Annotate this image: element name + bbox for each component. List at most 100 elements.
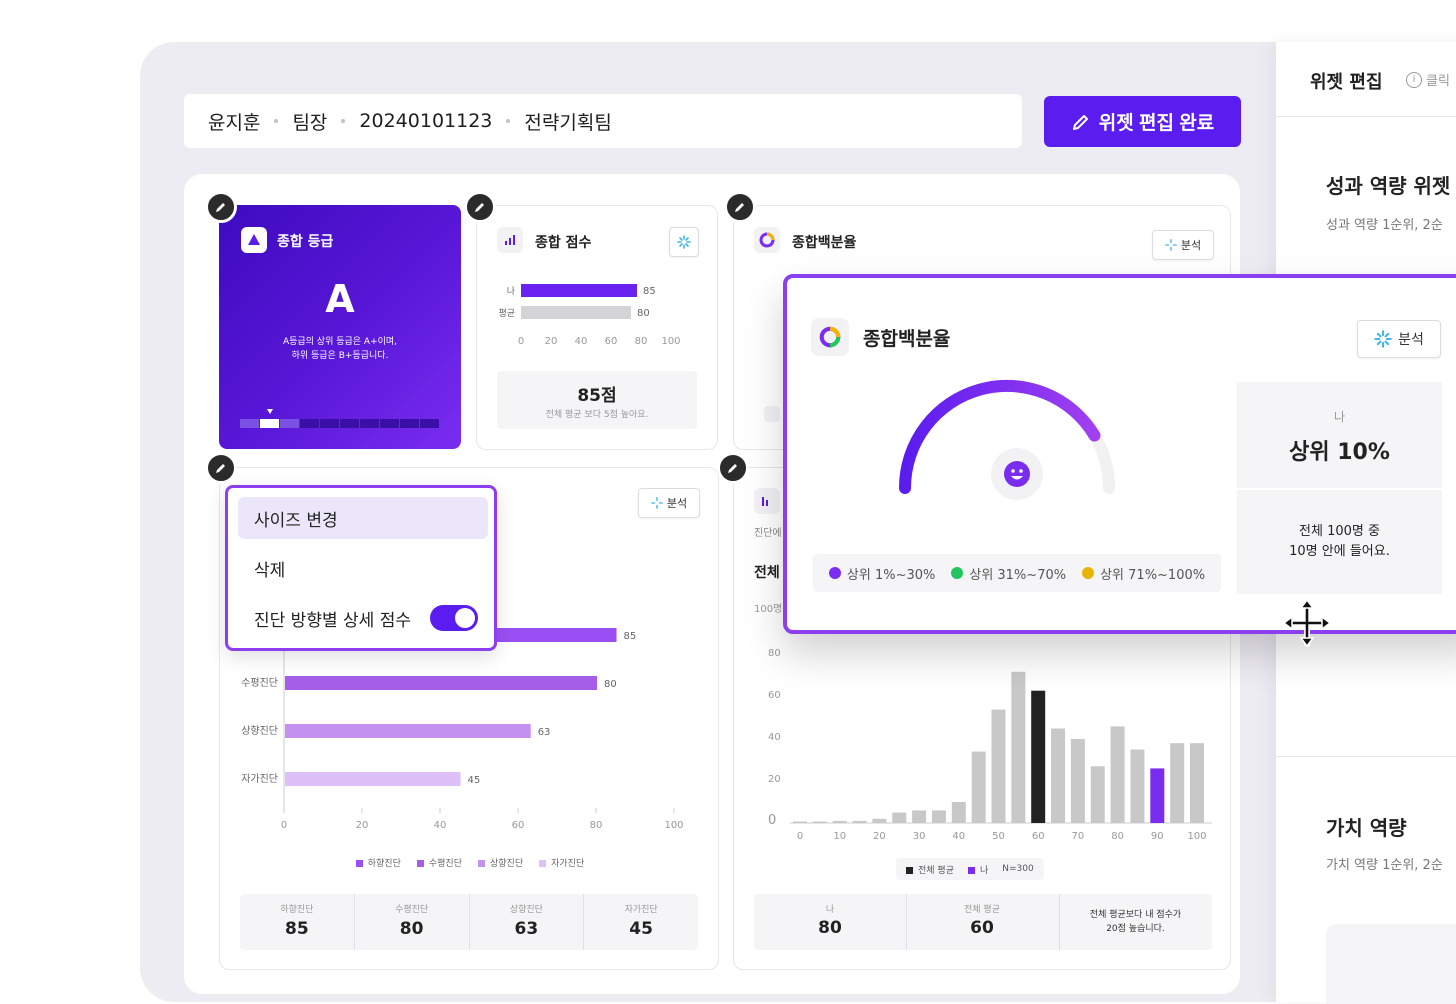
menu-item-delete[interactable]: 삭제 <box>238 547 488 589</box>
edit-widget-button[interactable] <box>205 191 237 223</box>
dist-x-tick: 70 <box>1072 831 1085 842</box>
dist-bar <box>1051 728 1066 823</box>
dist-bar <box>852 820 867 823</box>
popup-desc-line2: 10명 안에 들어요. <box>1289 544 1390 559</box>
finish-widget-edit-button[interactable]: 위젯 편집 완료 <box>1044 96 1241 147</box>
direction-analysis-label: 분석 <box>666 497 688 510</box>
employee-info-bar: 윤지훈 팀장 20240101123 전략기획팀 <box>184 94 1022 148</box>
pencil-icon <box>216 203 225 212</box>
direction-legend: 하향진단 수평진단 상향진단 자가진단 <box>220 856 720 869</box>
distribution-stats: 나 80 전체 평균 60 전체 평균보다 내 점수가 20점 높습니다. <box>754 894 1212 950</box>
dist-y-top: 100명 <box>754 603 782 615</box>
dist-note: 전체 평균보다 내 점수가 20점 높습니다. <box>1059 908 1212 936</box>
score-tick-label: 80 <box>635 336 648 347</box>
menu-item-resize[interactable]: 사이즈 변경 <box>238 497 488 539</box>
grade-scale-segment <box>300 419 319 428</box>
grade-value: A <box>325 277 355 321</box>
dist-x-tick: 90 <box>1151 831 1164 842</box>
direction-stat: 자가진단 45 <box>584 894 698 950</box>
sparkle-icon <box>1165 239 1177 251</box>
dist-x-tick: 20 <box>873 831 886 842</box>
edit-widget-button[interactable] <box>464 191 496 223</box>
separator-dot <box>274 119 279 123</box>
score-tick-label: 0 <box>518 336 524 347</box>
employee-name: 윤지훈 <box>208 111 261 134</box>
dist-bar <box>1150 768 1165 823</box>
grade-description: A등급의 상위 등급은 A+이며, 하위 등급은 B+등급니다. <box>219 335 461 363</box>
score-bar <box>521 306 631 319</box>
direction-stat-value: 80 <box>399 919 424 939</box>
bar-chart-icon <box>505 235 515 245</box>
percent-card-title: 종합백분율 <box>792 235 857 251</box>
detail-score-toggle[interactable] <box>430 605 478 631</box>
sparkle-icon <box>1374 330 1392 348</box>
dist-x-tick: 10 <box>833 831 846 842</box>
distribution-partial-label: 진단에 <box>754 528 782 539</box>
direction-stat-value: 45 <box>629 919 653 939</box>
grade-scale-segment <box>280 419 299 428</box>
edit-widget-button[interactable] <box>717 452 749 484</box>
direction-bar-label: 자가진단 <box>241 773 278 785</box>
popup-analysis-label: 분석 <box>1398 332 1424 348</box>
direction-tick-label: 100 <box>664 820 683 831</box>
grade-card[interactable]: 종합 등급 A A등급의 상위 등급은 A+이며, 하위 등급은 B+등급니다. <box>219 205 461 449</box>
grade-scale-segment <box>400 419 419 428</box>
score-card-icon-box <box>497 227 523 253</box>
popup-desc-line1: 전체 100명 중 <box>1299 524 1380 539</box>
pencil-icon <box>728 464 737 473</box>
dist-bar <box>1031 690 1046 823</box>
percent-widget-dragging[interactable]: 종합백분율 분석 상위 1%~30% 상위 31%~70% 상위 71%~100% … <box>783 274 1456 634</box>
percent-ring-icon <box>759 232 775 248</box>
score-tick-label: 100 <box>661 336 680 347</box>
edit-widget-button[interactable] <box>724 191 756 223</box>
legend-swatch <box>478 860 485 867</box>
edit-widget-button[interactable] <box>205 452 237 484</box>
score-card[interactable]: 종합 점수 나 85 평균 80 0 20 40 60 80 100 85점 전체 평균 보다 5… <box>476 205 718 450</box>
distribution-chart: 100명 80 60 40 20 0 0 10 20 30 40 50 60 70 80 90 100 <box>754 603 1212 842</box>
legend-average-label: 전체 평균 <box>918 865 954 876</box>
dist-bar <box>1110 726 1125 823</box>
smile-icon <box>951 567 964 579</box>
dist-x-tick: 30 <box>913 831 926 842</box>
grade-card-title: 종합 등급 <box>277 234 334 250</box>
percent-analysis-label: 분석 <box>1180 239 1202 252</box>
side-section2-title: 가치 역량 <box>1326 816 1407 840</box>
direction-bar-label: 수평진단 <box>241 677 278 689</box>
detail-score-label: 진단 방향별 상세 점수 <box>254 610 411 631</box>
distribution-title: 전체 <box>754 565 780 581</box>
pencil-icon <box>475 203 484 212</box>
dist-note-line2: 20점 높습니다. <box>1106 924 1165 934</box>
grade-card-icon-box <box>241 227 267 253</box>
grade-scale-segment <box>360 419 379 428</box>
direction-bar <box>285 676 597 690</box>
divider <box>1276 116 1456 117</box>
direction-analysis-button[interactable]: 분석 <box>638 488 700 518</box>
score-tick-label: 60 <box>605 336 618 347</box>
direction-bar <box>285 724 531 738</box>
direction-bar <box>285 772 461 786</box>
dist-x-tick: 50 <box>992 831 1005 842</box>
percent-analysis-button[interactable]: 분석 <box>1152 230 1214 260</box>
side-panel-hint: i 클릭 <box>1406 70 1450 89</box>
dist-bar <box>951 802 966 823</box>
score-analysis-button[interactable] <box>669 227 699 257</box>
dist-me-value: 80 <box>818 918 842 938</box>
triangle-icon <box>248 234 260 245</box>
popup-analysis-button[interactable]: 분석 <box>1357 320 1441 358</box>
score-description: 전체 평균 보다 5점 높아요. <box>545 410 649 420</box>
score-tick-label: 40 <box>575 336 588 347</box>
dist-bar <box>931 810 946 823</box>
side-widget-preview[interactable] <box>1326 924 1456 1004</box>
dist-bar <box>1190 743 1204 823</box>
separator-dot <box>341 119 346 123</box>
popup-legend: 상위 1%~30% 상위 31%~70% 상위 71%~100% <box>813 554 1221 592</box>
dist-bar <box>1011 671 1026 823</box>
smile-icon <box>828 567 841 579</box>
direction-legend-item: 하향진단 <box>355 856 401 869</box>
legend-swatch <box>355 860 363 867</box>
dist-bar <box>892 812 907 823</box>
legend-me-label: 나 <box>979 865 989 876</box>
legend-average: 전체 평균 <box>906 863 954 876</box>
direction-stat-label: 하향진단 <box>280 905 314 915</box>
dist-y-tick: 60 <box>768 690 781 701</box>
